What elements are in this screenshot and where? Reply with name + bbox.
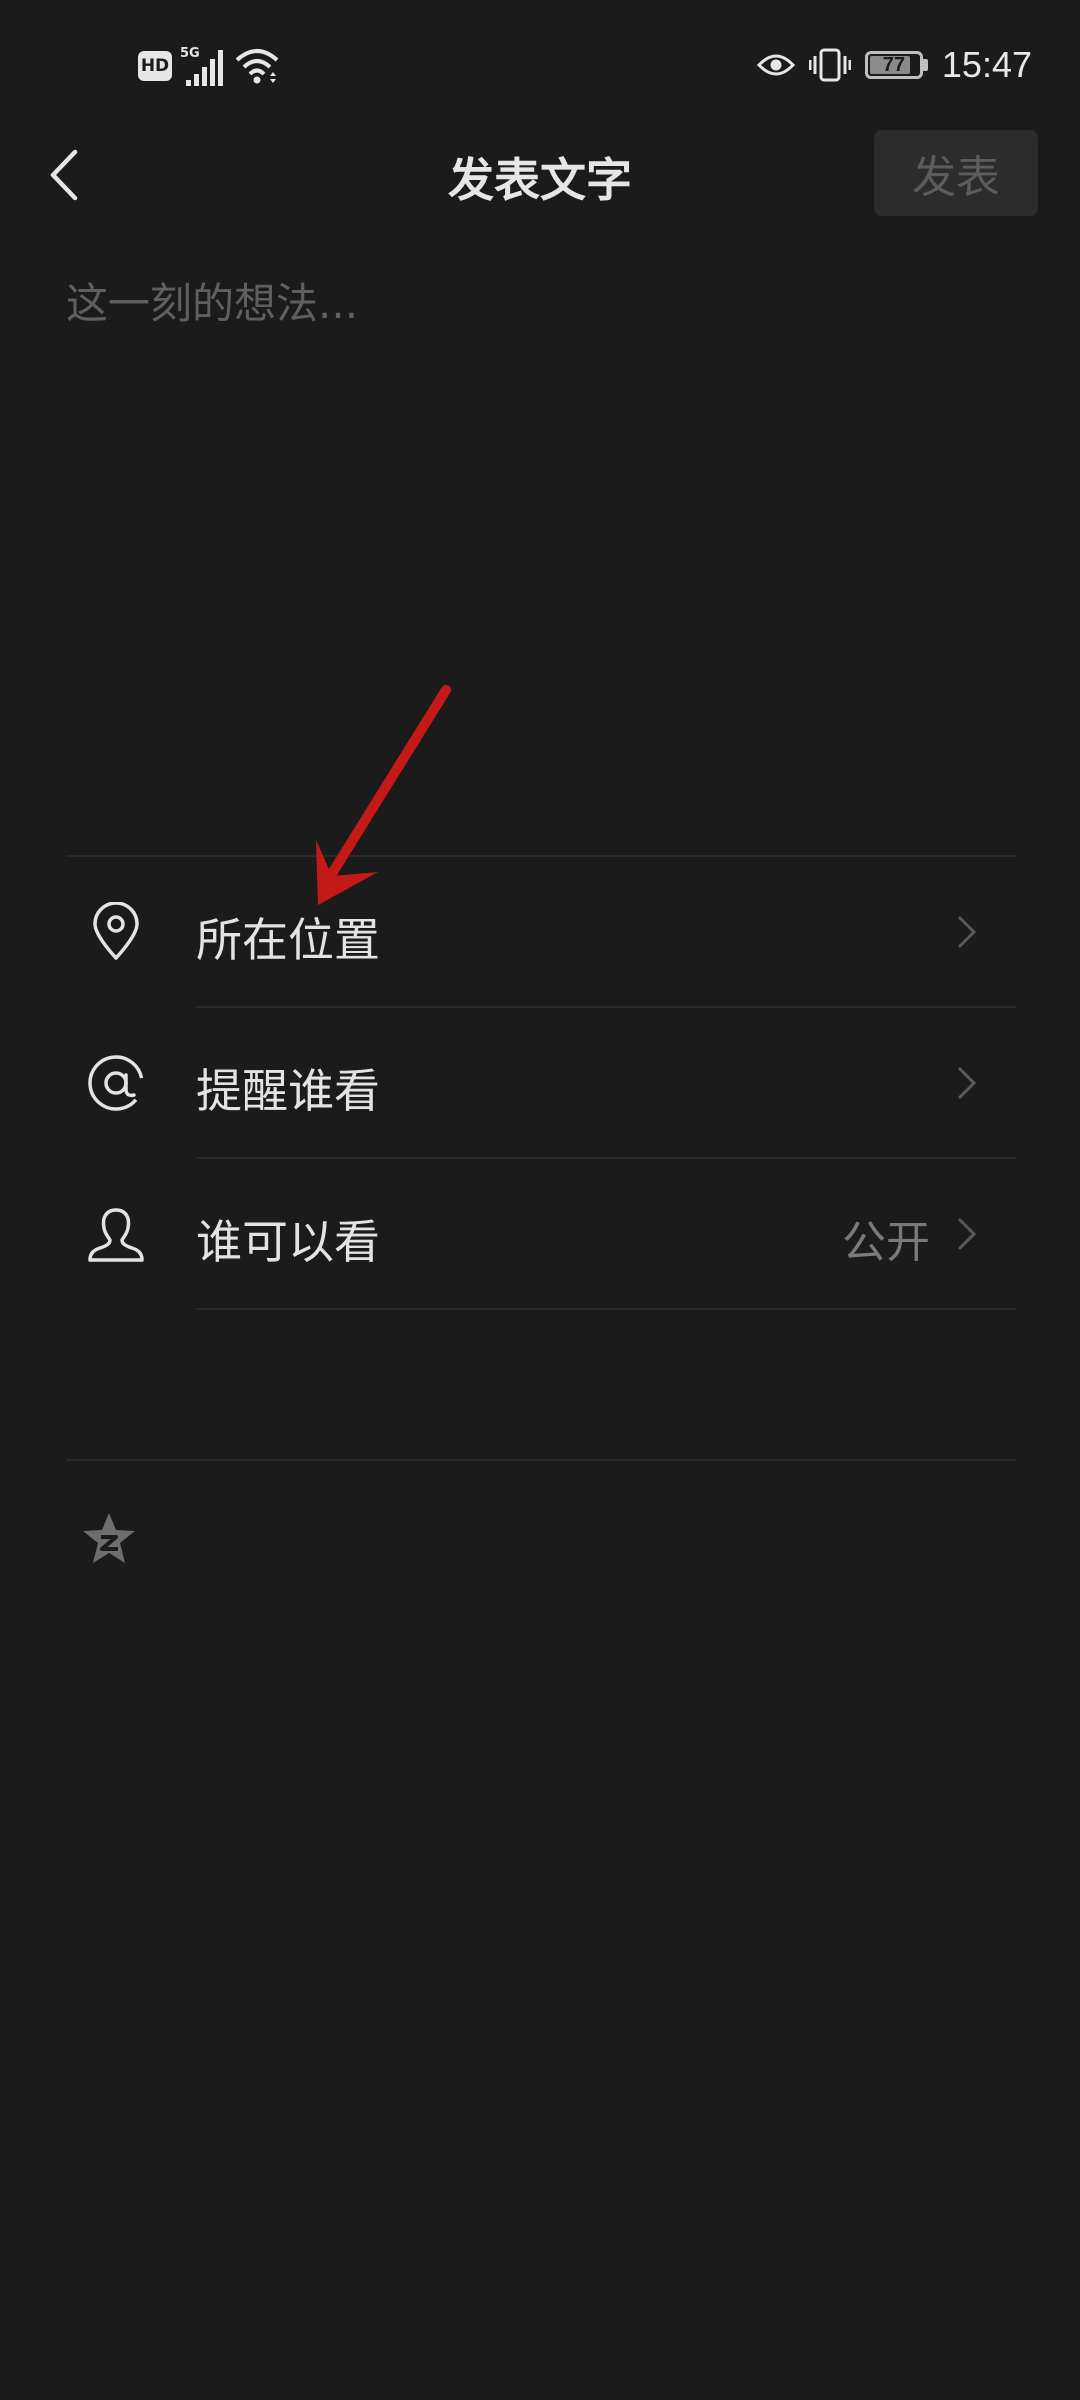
visibility-label: 谁可以看 [196,1215,380,1269]
status-right: 77 15:47 [756,38,1032,92]
divider-section [66,1459,1016,1461]
vibrate-icon [808,48,851,82]
network-label: 5G [180,46,200,61]
battery-indicator: 77 [864,51,928,79]
divider-visibility [196,1308,1016,1310]
visibility-value: 公开 [842,1217,930,1268]
publish-button[interactable]: 发表 [874,130,1038,216]
wifi-icon [235,49,279,84]
location-pin-icon [86,902,146,962]
status-time: 15:47 [941,44,1032,85]
chevron-right-icon [958,1067,977,1099]
eye-icon [756,54,795,76]
person-icon [86,1204,146,1264]
chevron-right-icon [958,1218,977,1250]
at-icon [86,1053,146,1113]
location-label: 所在位置 [196,913,380,967]
compose-input[interactable]: 这一刻的想法... [66,270,1016,770]
status-bar: HD 5G 77 15:47 [0,0,1080,130]
visibility-row[interactable]: 谁可以看 公开 [66,1159,1016,1309]
signal-5g-icon: 5G [180,46,223,86]
battery-level: 77 [882,53,906,76]
hd-badge: HD [138,51,172,81]
qzone-star-icon[interactable] [80,1510,138,1568]
location-row[interactable]: 所在位置 [66,857,1016,1007]
chevron-right-icon [958,916,977,948]
status-left: HD 5G [138,44,280,88]
battery-icon: 77 [864,51,923,79]
remind-label: 提醒谁看 [196,1064,380,1118]
remind-row[interactable]: 提醒谁看 [66,1008,1016,1158]
header: 发表文字 发表 [0,130,1080,220]
